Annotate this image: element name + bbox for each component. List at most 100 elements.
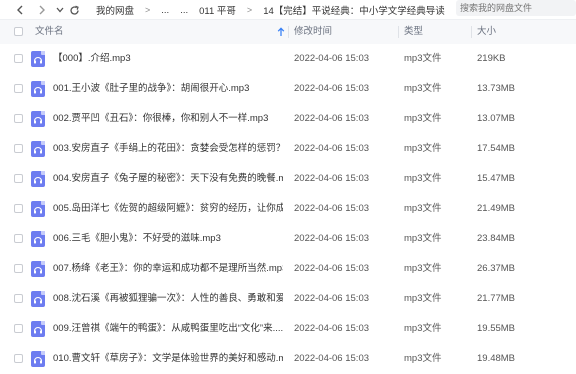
file-name[interactable]: 010.曹文轩《草房子》：文学是体验世界的美好和感动.m...: [53, 344, 283, 374]
file-modified-time: 2022-04-06 15:03: [294, 353, 370, 364]
column-header-modified[interactable]: 修改时间: [294, 20, 332, 44]
row-checkbox[interactable]: [14, 54, 23, 63]
row-checkbox[interactable]: [14, 84, 23, 93]
table-row[interactable]: 008.沈石溪《再被狐狸骗一次》：人性的善良、勇敢和爱... 2022-04-06…: [0, 284, 576, 314]
file-name[interactable]: 002.贾平凹《丑石》：你很棒，你和别人不一样.mp3: [53, 104, 283, 134]
breadcrumb-current-folder[interactable]: 14【完结】平说经典：中小学文学经典导读: [263, 3, 445, 17]
audio-file-icon: [31, 171, 45, 187]
file-name[interactable]: 004.安房直子《兔子屋的秘密》：天下没有免费的晚餐.mp3: [53, 164, 283, 194]
audio-file-icon: [31, 201, 45, 217]
file-type: mp3文件: [404, 143, 442, 154]
file-type: mp3文件: [404, 83, 442, 94]
file-modified-time: 2022-04-06 15:03: [294, 233, 370, 244]
select-all-checkbox[interactable]: [14, 27, 23, 36]
audio-file-icon: [31, 231, 45, 247]
file-modified-time: 2022-04-06 15:03: [294, 323, 370, 334]
audio-file-icon: [31, 351, 45, 367]
table-row[interactable]: 005.岛田洋七《佐贺的超级阿嬷》：贫穷的经历，让你成... 2022-04-06…: [0, 194, 576, 224]
file-modified-time: 2022-04-06 15:03: [294, 173, 370, 184]
file-size: 23.84MB: [477, 233, 516, 244]
file-name[interactable]: 007.杨绛《老王》：你的幸运和成功都不是理所当然.mp3: [53, 254, 283, 284]
file-size: 21.77MB: [477, 293, 516, 304]
column-divider[interactable]: [471, 26, 472, 38]
audio-file-icon: [31, 291, 45, 307]
column-divider[interactable]: [288, 26, 289, 38]
file-size: 26.37MB: [477, 263, 516, 274]
file-type: mp3文件: [404, 263, 442, 274]
breadcrumb: 我的网盘 > ... ... 011 平哥 > 14【完结】平说经典：中小学文学…: [96, 0, 452, 20]
file-size: 13.07MB: [477, 113, 516, 124]
file-size: 219KB: [477, 53, 506, 64]
column-header-name[interactable]: 文件名: [35, 20, 64, 44]
table-row[interactable]: 003.安房直子《手绢上的花田》：贪婪会受怎样的惩罚？.... 2022-04-0…: [0, 134, 576, 164]
row-checkbox[interactable]: [14, 294, 23, 303]
breadcrumb-ellipsis[interactable]: ...: [161, 5, 169, 16]
file-name[interactable]: 003.安房直子《手绢上的花田》：贪婪会受怎样的惩罚？....: [53, 134, 283, 164]
refresh-button[interactable]: [66, 0, 82, 20]
row-checkbox[interactable]: [14, 324, 23, 333]
audio-file-icon: [31, 111, 45, 127]
file-type: mp3文件: [404, 323, 442, 334]
file-size: 13.73MB: [477, 83, 516, 94]
table-row[interactable]: 002.贾平凹《丑石》：你很棒，你和别人不一样.mp3 2022-04-06 15…: [0, 104, 576, 134]
file-name[interactable]: 005.岛田洋七《佐贺的超级阿嬷》：贫穷的经历，让你成...: [53, 194, 283, 224]
file-size: 19.48MB: [477, 353, 516, 364]
breadcrumb-folder-ping[interactable]: 011 平哥: [199, 3, 236, 17]
file-modified-time: 2022-04-06 15:03: [294, 143, 370, 154]
audio-file-icon: [31, 261, 45, 277]
toolbar: 我的网盘 > ... ... 011 平哥 > 14【完结】平说经典：中小学文学…: [0, 0, 576, 20]
file-modified-time: 2022-04-06 15:03: [294, 83, 370, 94]
row-checkbox[interactable]: [14, 234, 23, 243]
audio-file-icon: [31, 81, 45, 97]
table-row[interactable]: 001.王小波《肚子里的战争》：胡闹很开心.mp3 2022-04-06 15:0…: [0, 74, 576, 104]
row-checkbox[interactable]: [14, 114, 23, 123]
chevron-right-icon: [39, 5, 45, 15]
file-type: mp3文件: [404, 53, 442, 64]
table-row[interactable]: 009.汪曾祺《端午的鸭蛋》：从咸鸭蛋里吃出“文化”来.... 2022-04-0…: [0, 314, 576, 344]
table-row[interactable]: 004.安房直子《兔子屋的秘密》：天下没有免费的晚餐.mp3 2022-04-06…: [0, 164, 576, 194]
search-input[interactable]: [456, 0, 576, 16]
row-checkbox[interactable]: [14, 144, 23, 153]
refresh-icon: [69, 5, 79, 15]
row-checkbox[interactable]: [14, 204, 23, 213]
file-name[interactable]: 001.王小波《肚子里的战争》：胡闹很开心.mp3: [53, 74, 283, 104]
back-button[interactable]: [12, 0, 28, 20]
file-modified-time: 2022-04-06 15:03: [294, 203, 370, 214]
file-name[interactable]: 009.汪曾祺《端午的鸭蛋》：从咸鸭蛋里吃出“文化”来....: [53, 314, 283, 344]
table-row[interactable]: 007.杨绛《老王》：你的幸运和成功都不是理所当然.mp3 2022-04-06 …: [0, 254, 576, 284]
audio-file-icon: [31, 141, 45, 157]
file-size: 19.55MB: [477, 323, 516, 334]
table-row[interactable]: 【000】.介绍.mp3 2022-04-06 15:03 mp3文件 219KB: [0, 44, 576, 74]
column-divider[interactable]: [398, 26, 399, 38]
table-row[interactable]: 006.三毛《胆小鬼》：不好受的滋味.mp3 2022-04-06 15:03 mp…: [0, 224, 576, 254]
file-modified-time: 2022-04-06 15:03: [294, 53, 370, 64]
file-name[interactable]: 【000】.介绍.mp3: [53, 44, 283, 74]
breadcrumb-ellipsis-separator: ...: [180, 4, 189, 16]
file-size: 15.47MB: [477, 173, 516, 184]
breadcrumb-root[interactable]: 我的网盘: [96, 3, 134, 17]
file-type: mp3文件: [404, 113, 442, 124]
row-checkbox[interactable]: [14, 174, 23, 183]
row-checkbox[interactable]: [14, 354, 23, 363]
file-type: mp3文件: [404, 173, 442, 184]
file-name[interactable]: 006.三毛《胆小鬼》：不好受的滋味.mp3: [53, 224, 283, 254]
file-size: 17.54MB: [477, 143, 516, 154]
forward-button[interactable]: [34, 0, 50, 20]
audio-file-icon: [31, 321, 45, 337]
file-modified-time: 2022-04-06 15:03: [294, 293, 370, 304]
table-header: 文件名 修改时间 类型 大小: [0, 20, 576, 44]
arrow-up-icon[interactable]: [277, 27, 285, 37]
file-modified-time: 2022-04-06 15:03: [294, 113, 370, 124]
file-type: mp3文件: [404, 203, 442, 214]
chevron-left-icon: [17, 5, 23, 15]
table-row[interactable]: 010.曹文轩《草房子》：文学是体验世界的美好和感动.m... 2022-04-0…: [0, 344, 576, 374]
file-name[interactable]: 008.沈石溪《再被狐狸骗一次》：人性的善良、勇敢和爱...: [53, 284, 283, 314]
file-modified-time: 2022-04-06 15:03: [294, 263, 370, 274]
file-size: 21.49MB: [477, 203, 516, 214]
row-checkbox[interactable]: [14, 264, 23, 273]
chevron-down-icon: [56, 7, 64, 13]
column-header-size[interactable]: 大小: [477, 20, 496, 44]
file-type: mp3文件: [404, 353, 442, 364]
breadcrumb-separator: >: [246, 5, 253, 15]
column-header-type[interactable]: 类型: [404, 20, 423, 44]
